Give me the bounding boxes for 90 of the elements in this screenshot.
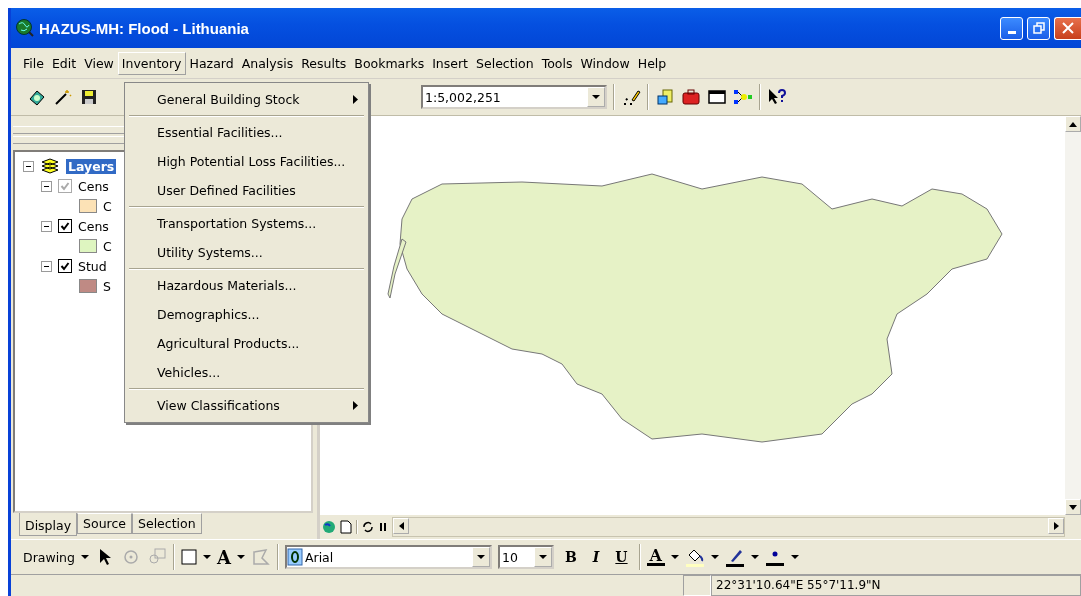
caret-icon[interactable] xyxy=(81,554,89,560)
tab[interactable]: Selection xyxy=(132,513,202,534)
caret-icon[interactable] xyxy=(791,554,799,560)
pause-icon[interactable] xyxy=(378,522,388,532)
menu-item[interactable]: Hazard xyxy=(185,51,238,75)
caret-icon[interactable] xyxy=(592,94,600,100)
caret-icon[interactable] xyxy=(711,554,719,560)
right-arrow-icon xyxy=(1053,522,1059,530)
menu-item[interactable]: Hazardous Materials... xyxy=(125,271,368,300)
tab[interactable]: Display xyxy=(19,513,78,536)
checkbox[interactable] xyxy=(58,219,72,233)
caret-icon[interactable] xyxy=(203,554,211,560)
legend-label: C xyxy=(103,238,112,254)
checkbox[interactable] xyxy=(58,259,72,273)
coordinates-readout: 22°31'10.64"E 55°7'11.9"N xyxy=(711,575,1081,596)
caret-icon[interactable] xyxy=(751,554,759,560)
collapse-icon[interactable] xyxy=(23,160,34,172)
tree-item[interactable]: Layers xyxy=(66,158,117,174)
menu-item[interactable]: Results xyxy=(297,51,351,75)
menu-item[interactable]: Edit xyxy=(47,51,81,75)
restore-icon xyxy=(1032,22,1045,34)
whats-this-help-icon[interactable] xyxy=(767,87,787,107)
font-field[interactable]: Arial xyxy=(284,545,492,569)
layer-name[interactable]: Cens xyxy=(78,218,109,234)
caret-icon[interactable] xyxy=(671,554,679,560)
menu-item[interactable]: Inventory xyxy=(117,51,186,75)
collapse-icon[interactable] xyxy=(41,260,52,272)
menu-item[interactable]: Selection xyxy=(472,51,538,75)
menu-item[interactable]: Insert xyxy=(428,51,473,75)
restore-button[interactable] xyxy=(1027,16,1050,40)
close-icon xyxy=(1062,22,1074,34)
scroll-right-button[interactable] xyxy=(1048,518,1064,534)
menu-item[interactable]: Agricultural Products... xyxy=(125,329,368,358)
text-tool-button[interactable]: A xyxy=(217,546,231,568)
collapse-icon[interactable] xyxy=(41,220,52,232)
toolbox-icon[interactable] xyxy=(681,87,701,107)
caret-icon[interactable] xyxy=(236,554,245,560)
bold-button[interactable]: B xyxy=(559,549,582,565)
menu-item[interactable]: Essential Facilities... xyxy=(125,118,368,147)
close-button[interactable] xyxy=(1054,16,1081,40)
font-icon xyxy=(286,548,303,566)
italic-button[interactable]: I xyxy=(587,549,605,565)
minimize-icon xyxy=(1007,30,1016,34)
menu-item[interactable]: High Potential Loss Facilities... xyxy=(125,147,368,176)
menu-item[interactable]: Demographics... xyxy=(125,300,368,329)
fill-bucket-icon[interactable] xyxy=(685,547,705,567)
drawing-menu-button[interactable]: Drawing xyxy=(23,549,75,565)
page-icon[interactable] xyxy=(340,520,352,534)
scroll-up-button[interactable] xyxy=(1065,116,1081,132)
window-title: HAZUS-MH: Flood - Lithuania xyxy=(39,19,250,37)
legend-label: C xyxy=(103,198,112,214)
menu-item[interactable]: Help xyxy=(633,51,671,75)
scroll-left-button[interactable] xyxy=(393,518,409,534)
underline-button[interactable]: U xyxy=(610,549,633,565)
save-icon[interactable] xyxy=(79,87,99,107)
menu-item[interactable]: View xyxy=(80,51,118,75)
menu-item[interactable]: Utility Systems... xyxy=(125,238,368,267)
globe-icon xyxy=(15,18,35,38)
status-panel xyxy=(683,575,711,596)
left-arrow-icon xyxy=(398,522,404,530)
font-size-field[interactable]: 10 xyxy=(497,545,554,569)
menu-item[interactable]: View Classifications xyxy=(125,391,368,420)
menu-item[interactable]: User Defined Facilities xyxy=(125,176,368,205)
globe-icon[interactable] xyxy=(322,520,336,534)
up-arrow-icon xyxy=(1069,121,1077,127)
font-color-button[interactable]: A xyxy=(646,548,665,566)
caret-icon[interactable] xyxy=(538,554,547,560)
menu-item[interactable]: General Building Stock xyxy=(125,85,368,114)
menu-item[interactable]: Vehicles... xyxy=(125,358,368,387)
legend-label: S xyxy=(103,278,111,294)
scale-field[interactable]: 1:5,002,251 xyxy=(421,85,607,109)
layers-icon xyxy=(40,156,60,176)
rectangle-icon[interactable] xyxy=(181,549,197,565)
menu-item[interactable]: File xyxy=(19,51,48,75)
down-arrow-icon xyxy=(1069,504,1077,510)
layer-name[interactable]: Stud xyxy=(78,258,107,274)
menu-item[interactable]: Bookmarks xyxy=(350,51,429,75)
wand-icon[interactable] xyxy=(53,87,73,107)
caret-icon[interactable] xyxy=(476,554,485,560)
line-pen-icon[interactable] xyxy=(725,547,745,567)
menu-item[interactable]: Transportation Systems... xyxy=(125,209,368,238)
menu-item[interactable]: Tools xyxy=(537,51,577,75)
minimize-button[interactable] xyxy=(1000,16,1023,40)
menu-item[interactable]: Analysis xyxy=(237,51,298,75)
tab[interactable]: Source xyxy=(77,513,132,534)
scroll-down-button[interactable] xyxy=(1065,499,1081,515)
menu-item[interactable]: Window xyxy=(576,51,634,75)
horizontal-scrollbar[interactable] xyxy=(392,517,1065,537)
command-window-icon[interactable] xyxy=(707,87,727,107)
refresh-icon[interactable] xyxy=(362,521,374,533)
